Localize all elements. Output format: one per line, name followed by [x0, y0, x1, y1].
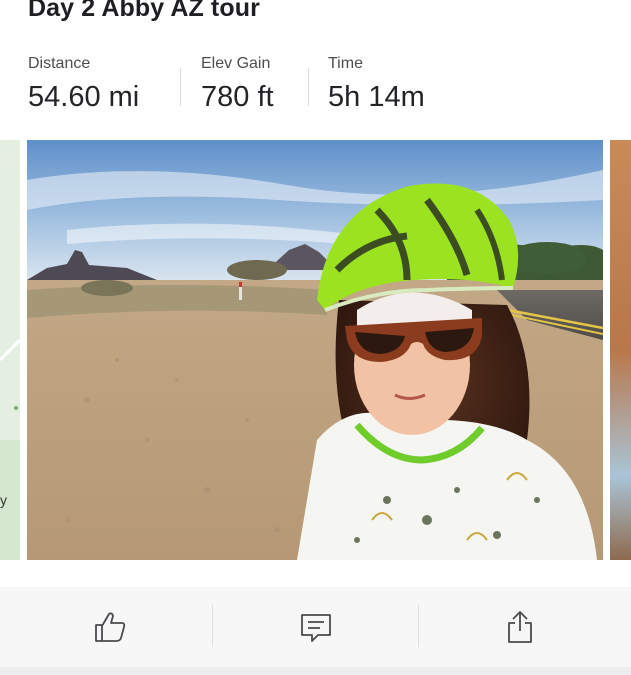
route-map-thumbnail[interactable]: y	[0, 140, 20, 560]
action-divider	[418, 605, 419, 647]
stat-elev-gain-value: 780 ft	[201, 81, 274, 113]
stat-elev-gain-label: Elev Gain	[201, 55, 271, 72]
share-icon	[503, 609, 537, 645]
activity-photo[interactable]	[27, 140, 603, 560]
comment-button[interactable]	[216, 587, 416, 667]
stat-time-label: Time	[328, 55, 363, 72]
stat-time: Time 5h 14m	[328, 54, 425, 114]
media-carousel[interactable]: y	[0, 140, 631, 560]
stat-distance-value: 54.60 mi	[28, 81, 140, 113]
stat-divider	[308, 68, 309, 106]
stat-elev-gain: Elev Gain 780 ft	[201, 54, 274, 114]
activity-title[interactable]: Day 2 Abby AZ tour	[28, 0, 260, 23]
kudos-button[interactable]	[10, 587, 210, 667]
stat-time-value: 5h 14m	[328, 81, 425, 113]
activity-card: Day 2 Abby AZ tour Distance 54.60 mi Ele…	[0, 0, 631, 675]
comment-icon	[299, 610, 333, 644]
next-photo-thumbnail[interactable]	[610, 140, 631, 560]
share-button[interactable]	[420, 587, 620, 667]
thumbs-up-icon	[92, 609, 128, 645]
card-bottom-rule	[0, 667, 631, 675]
stats-row: Distance 54.60 mi Elev Gain 780 ft Time …	[0, 54, 631, 124]
action-bar	[0, 587, 631, 667]
map-label-fragment: y	[0, 492, 7, 508]
stat-distance: Distance 54.60 mi	[28, 54, 139, 114]
stat-divider	[180, 68, 181, 106]
activity-photo-image	[27, 140, 603, 560]
stat-distance-label: Distance	[28, 55, 91, 72]
action-divider	[212, 605, 213, 647]
